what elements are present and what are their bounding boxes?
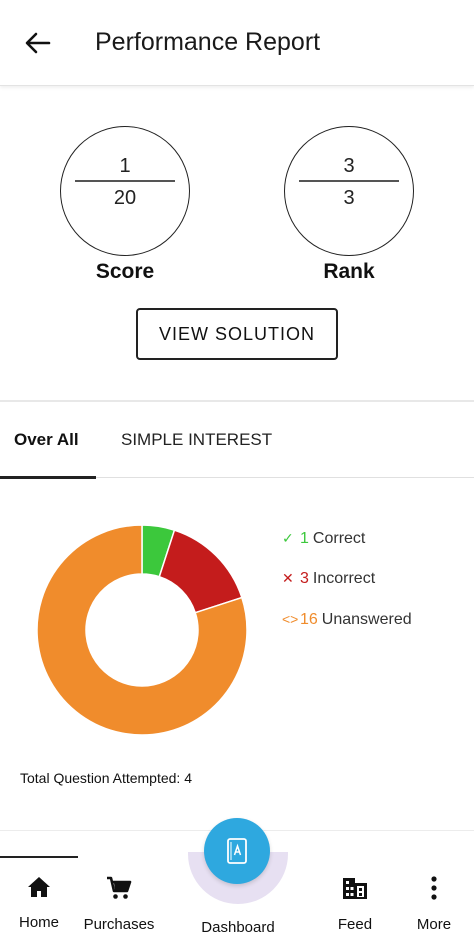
- donut-chart: [36, 524, 248, 736]
- legend-count: 1: [300, 530, 309, 547]
- rank-numerator: 3: [343, 155, 355, 177]
- legend-count: 16: [300, 611, 318, 628]
- back-button[interactable]: [18, 24, 58, 62]
- nav-feed-label: Feed: [337, 916, 373, 933]
- building-icon: [343, 878, 367, 899]
- nav-feed[interactable]: Feed: [330, 876, 380, 933]
- view-solution-button[interactable]: VIEW SOLUTION: [136, 308, 338, 360]
- legend-label: Correct: [312, 530, 366, 547]
- nav-indicator: [0, 856, 78, 858]
- tab-simple-interest[interactable]: SIMPLE INTEREST: [121, 402, 272, 478]
- dashboard-button[interactable]: [204, 818, 270, 884]
- tab-bar: Over All SIMPLE INTEREST: [0, 402, 474, 479]
- page-title: Performance Report: [95, 28, 321, 56]
- legend-label: Unanswered: [321, 611, 412, 628]
- nav-more-label: More: [416, 916, 452, 933]
- nav-home[interactable]: Home: [16, 876, 62, 931]
- more-vertical-icon: [431, 876, 437, 900]
- check-icon: ✓: [282, 530, 294, 546]
- nav-home-label: Home: [18, 914, 59, 931]
- app-bar: Performance Report: [0, 0, 474, 86]
- score-numerator: 1: [119, 155, 131, 177]
- nav-dashboard-label[interactable]: Dashboard: [192, 919, 284, 936]
- score-circle: 1 20: [60, 126, 190, 256]
- rank-fraction-line: [299, 180, 399, 182]
- score-label: Score: [95, 260, 155, 283]
- rank-label: Rank: [323, 260, 375, 283]
- nav-purchases-label: Purchases: [83, 916, 155, 933]
- score-fraction-line: [75, 180, 175, 182]
- total-attempted-text: Total Question Attempted: 4: [20, 770, 192, 786]
- donut-slice-incorrect: [158, 529, 243, 614]
- rank-circle: 3 3: [284, 126, 414, 256]
- bottom-navigation: Home Purchases Dashboard Feed More: [0, 818, 474, 948]
- book-icon: [227, 838, 247, 864]
- legend-count: 3: [300, 570, 309, 587]
- code-brackets-icon: <>: [282, 611, 299, 627]
- cart-icon: [107, 876, 132, 899]
- rank-denominator: 3: [343, 187, 355, 209]
- nav-more[interactable]: More: [412, 876, 456, 933]
- nav-purchases[interactable]: Purchases: [80, 876, 158, 933]
- tab-over-all[interactable]: Over All: [0, 402, 96, 479]
- legend-item-incorrect: ✕ 3 Incorrect: [282, 570, 375, 588]
- cross-icon: ✕: [282, 570, 294, 586]
- home-icon: [28, 877, 50, 897]
- score-denominator: 20: [113, 187, 137, 209]
- arrow-left-icon: [25, 32, 51, 54]
- legend-item-correct: ✓ 1 Correct: [282, 530, 365, 548]
- legend-item-unanswered: <> 16 Unanswered: [282, 611, 412, 629]
- legend-label: Incorrect: [312, 570, 376, 587]
